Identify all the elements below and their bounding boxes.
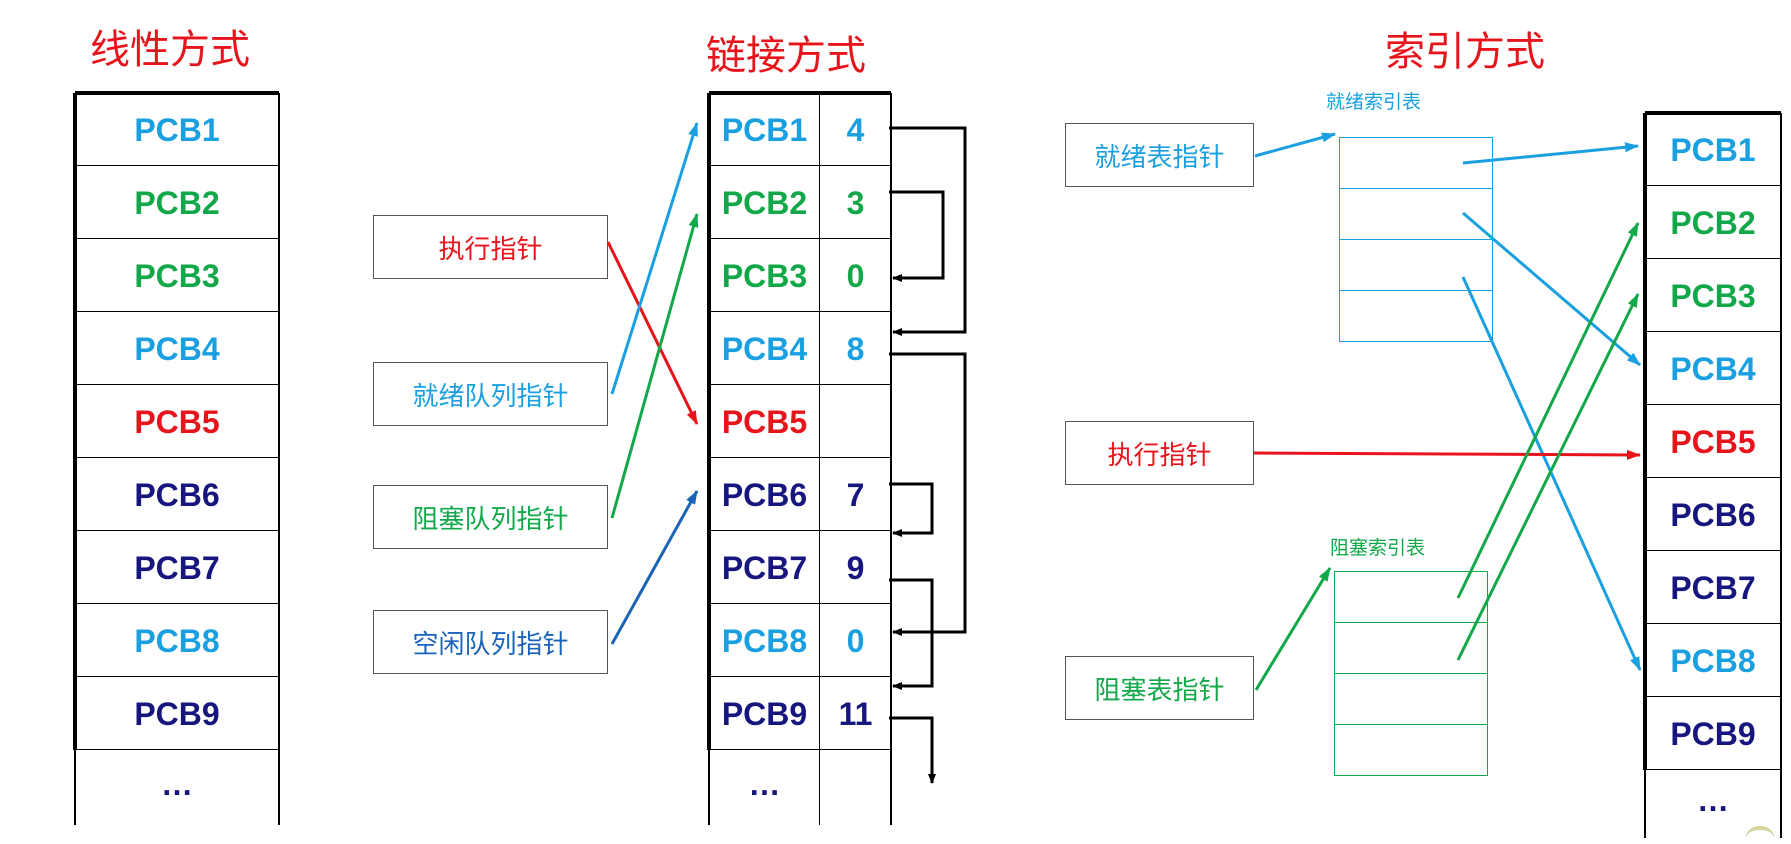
free-to-pcb6-arrow — [610, 490, 699, 645]
blocked-idx0-to-pcb2 — [1456, 222, 1640, 599]
link-4-to-8 — [889, 352, 967, 636]
exec-ptr-to-pcb5 — [1253, 449, 1641, 460]
arrow-layer — [606, 122, 1642, 784]
blocked-ptr-to-index-arrow — [1254, 567, 1332, 691]
link-1-to-4 — [889, 126, 967, 336]
link-9-to-11 — [889, 716, 936, 784]
ready-idx2-to-pcb8 — [1461, 276, 1642, 671]
link-6-to-7 — [889, 482, 934, 537]
ready-ptr-to-index-arrow — [1254, 132, 1336, 158]
link-2-to-3 — [889, 190, 945, 282]
ready-idx0-to-pcb1 — [1462, 142, 1639, 165]
